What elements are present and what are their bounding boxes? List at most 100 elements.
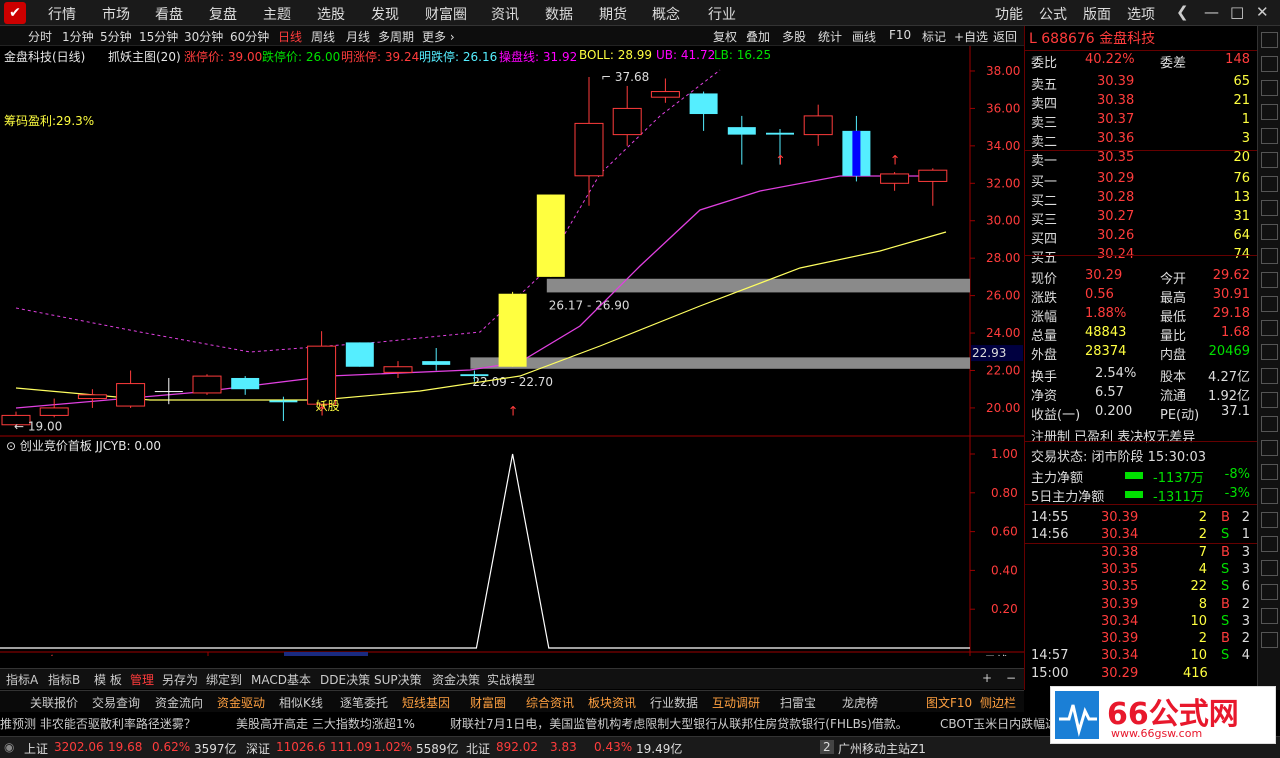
function-button-14[interactable]: 图文F10 — [926, 694, 972, 711]
ask-row[interactable]: 卖四 30.38 21 — [1025, 93, 1258, 112]
indicator-tab-3[interactable]: 管理 — [130, 671, 154, 688]
indicator-tab-2[interactable]: 模 板 — [94, 671, 122, 688]
kline-chart[interactable]: 20.00 22.00 24.00 26.00 28.00 30.00 32.00 34.00… — [0, 46, 1024, 656]
sidebar-tool-icon[interactable] — [1261, 488, 1278, 504]
toolbar-button-3[interactable]: 统计 — [818, 28, 842, 45]
sidebar-tool-icon[interactable] — [1261, 584, 1278, 600]
function-button-11[interactable]: 互动调研 — [712, 694, 760, 711]
ask-row[interactable]: 卖三 30.37 1 — [1025, 112, 1258, 131]
toolbar-button-5[interactable]: F10 — [889, 28, 911, 42]
menu-item-10[interactable]: 期货 — [599, 4, 627, 24]
indicator-tab-0[interactable]: 指标A — [6, 671, 38, 688]
period-7[interactable]: 周线 — [311, 28, 335, 45]
period-0[interactable]: 分时 — [28, 28, 52, 45]
menu-right-2[interactable]: 版面 — [1083, 4, 1111, 24]
indicator-tab-7[interactable]: DDE决策 — [320, 671, 370, 688]
menu-item-3[interactable]: 复盘 — [209, 4, 237, 24]
function-button-0[interactable]: 关联报价 — [30, 694, 78, 711]
function-button-1[interactable]: 交易查询 — [92, 694, 140, 711]
menu-item-9[interactable]: 数据 — [545, 4, 573, 24]
menu-right-3[interactable]: 选项 — [1127, 4, 1155, 24]
period-5[interactable]: 60分钟 — [230, 28, 269, 45]
sidebar-tool-icon[interactable] — [1261, 272, 1278, 288]
menu-item-1[interactable]: 市场 — [102, 4, 130, 24]
back-icon[interactable]: ❮ — [1176, 3, 1189, 21]
server-name[interactable]: 广州移动主站Z1 — [838, 740, 926, 757]
sidebar-tool-icon[interactable] — [1261, 560, 1278, 576]
bid-row[interactable]: 买三 30.27 31 — [1025, 209, 1258, 228]
menu-item-6[interactable]: 发现 — [371, 4, 399, 24]
maximize-icon[interactable]: □ — [1230, 3, 1244, 21]
toolbar-button-1[interactable]: 叠加 — [746, 28, 770, 45]
sidebar-tool-icon[interactable] — [1261, 440, 1278, 456]
function-button-2[interactable]: 资金流向 — [155, 694, 203, 711]
period-1[interactable]: 1分钟 — [62, 28, 94, 45]
period-6[interactable]: 日线 — [278, 28, 302, 45]
function-button-7[interactable]: 财富圈 — [470, 694, 506, 711]
zoom-in-icon[interactable]: + — [982, 671, 992, 685]
function-button-8[interactable]: 综合资讯 — [526, 694, 574, 711]
function-button-6[interactable]: 短线基因 — [402, 694, 450, 711]
function-button-12[interactable]: 扫雷宝 — [780, 694, 816, 711]
sidebar-tool-icon[interactable] — [1261, 320, 1278, 336]
function-button-15[interactable]: 侧边栏 — [980, 694, 1016, 711]
ask-row[interactable]: 卖五 30.39 65 — [1025, 74, 1258, 93]
sidebar-tool-icon[interactable] — [1261, 128, 1278, 144]
bid-row[interactable]: 买四 30.26 64 — [1025, 228, 1258, 247]
function-button-4[interactable]: 相似K线 — [279, 694, 323, 711]
menu-item-8[interactable]: 资讯 — [491, 4, 519, 24]
sidebar-tool-icon[interactable] — [1261, 344, 1278, 360]
indicator-tab-6[interactable]: MACD基本 — [251, 671, 311, 688]
toolbar-button-4[interactable]: 画线 — [852, 28, 876, 45]
sidebar-tool-icon[interactable] — [1261, 392, 1278, 408]
bid-row[interactable]: 买一 30.29 76 — [1025, 171, 1258, 190]
indicator-tab-4[interactable]: 另存为 — [162, 671, 198, 688]
menu-item-7[interactable]: 财富圈 — [425, 4, 467, 24]
toolbar-button-0[interactable]: 复权 — [713, 28, 737, 45]
period-8[interactable]: 月线 — [346, 28, 370, 45]
sidebar-tool-icon[interactable] — [1261, 104, 1278, 120]
close-icon[interactable]: ✕ — [1256, 3, 1269, 21]
indicator-tab-8[interactable]: SUP决策 — [374, 671, 422, 688]
menu-right-1[interactable]: 公式 — [1039, 4, 1067, 24]
sidebar-tool-icon[interactable] — [1261, 200, 1278, 216]
minimize-icon[interactable]: — — [1204, 3, 1219, 21]
sidebar-tool-icon[interactable] — [1261, 176, 1278, 192]
indicator-tab-9[interactable]: 资金决策 — [432, 671, 480, 688]
period-2[interactable]: 5分钟 — [100, 28, 132, 45]
toolbar-button-2[interactable]: 多股 — [782, 28, 806, 45]
sidebar-tool-icon[interactable] — [1261, 224, 1278, 240]
menu-item-0[interactable]: 行情 — [48, 4, 76, 24]
period-4[interactable]: 30分钟 — [184, 28, 223, 45]
period-10[interactable]: 更多 › — [422, 28, 455, 45]
news-item-3[interactable]: CBOT玉米日内跌幅达 — [940, 715, 1057, 732]
function-button-10[interactable]: 行业数据 — [650, 694, 698, 711]
function-button-13[interactable]: 龙虎榜 — [842, 694, 878, 711]
sidebar-tool-icon[interactable] — [1261, 608, 1278, 624]
sidebar-tool-icon[interactable] — [1261, 248, 1278, 264]
app-logo-icon[interactable]: ✔ — [4, 2, 26, 24]
status-menu-icon[interactable]: ◉ — [4, 740, 14, 754]
menu-item-4[interactable]: 主题 — [263, 4, 291, 24]
toolbar-button-6[interactable]: 标记 — [922, 28, 946, 45]
menu-right-0[interactable]: 功能 — [995, 4, 1023, 24]
menu-item-2[interactable]: 看盘 — [155, 4, 183, 24]
function-button-9[interactable]: 板块资讯 — [588, 694, 636, 711]
sidebar-tool-icon[interactable] — [1261, 56, 1278, 72]
news-item-0[interactable]: 推预测 非农能否驱散利率路径迷雾？ — [0, 715, 196, 732]
toolbar-button-7[interactable]: +自选 — [954, 28, 988, 45]
sidebar-tool-icon[interactable] — [1261, 152, 1278, 168]
indicator-tab-10[interactable]: 实战模型 — [487, 671, 535, 688]
menu-item-11[interactable]: 概念 — [652, 4, 680, 24]
period-9[interactable]: 多周期 — [378, 28, 414, 45]
sidebar-tool-icon[interactable] — [1261, 80, 1278, 96]
news-item-1[interactable]: 美股高开高走 三大指数均涨超1% — [236, 715, 415, 732]
indicator-tab-1[interactable]: 指标B — [48, 671, 80, 688]
sidebar-tool-icon[interactable] — [1261, 536, 1278, 552]
ask-row[interactable]: 卖二 30.36 3 — [1025, 131, 1258, 150]
indicator-name[interactable]: 抓妖主图(20) — [108, 48, 181, 65]
sidebar-tool-icon[interactable] — [1261, 632, 1278, 648]
bid-row[interactable]: 买五 30.24 74 — [1025, 247, 1258, 266]
sidebar-tool-icon[interactable] — [1261, 464, 1278, 480]
function-button-3[interactable]: 资金驱动 — [217, 694, 265, 711]
